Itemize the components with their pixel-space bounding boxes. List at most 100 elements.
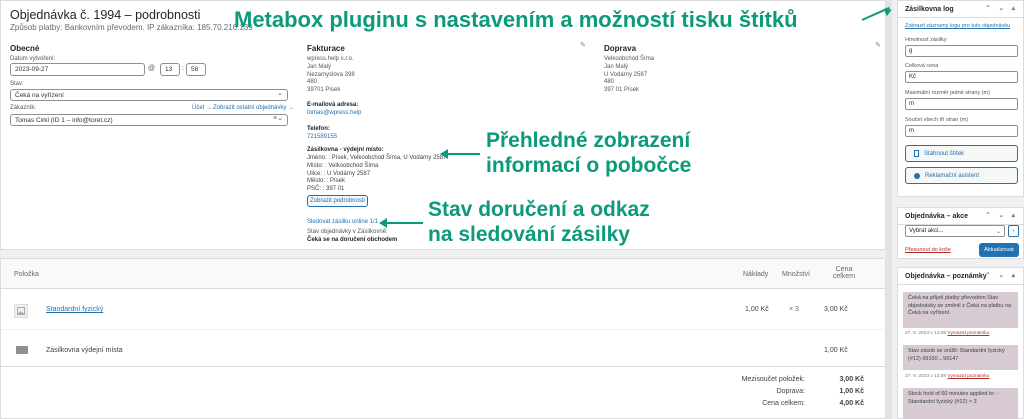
shipping-method-name: Zásilkovna výdejní místa: [46, 347, 123, 354]
phone-link[interactable]: 721589155: [307, 134, 337, 142]
email-link[interactable]: tomas@wpress.help: [307, 110, 361, 118]
grand-total-value: 4,00 Kč: [839, 400, 864, 407]
shipping-heading: Doprava: [604, 44, 637, 53]
col-item: Položka: [14, 271, 39, 278]
general-heading: Obecné: [10, 44, 40, 53]
annotation-arrow: [385, 222, 423, 224]
at-sign: @: [148, 65, 156, 72]
billing-heading: Fakturace: [307, 44, 345, 53]
edit-billing-icon[interactable]: ✎: [580, 41, 586, 49]
col-total-line: Cena: [835, 266, 853, 273]
shipping-address-line: Velkoobchod Šíma: [604, 56, 655, 62]
order-note: Stav zásob se snížil: Standardní fyzický…: [903, 345, 1018, 370]
delete-note-link[interactable]: Vymazat poznámku: [947, 374, 989, 379]
edit-shipping-icon[interactable]: ✎: [875, 41, 881, 49]
delete-note-link[interactable]: Vymazat poznámku: [947, 331, 989, 336]
arrowhead-icon: [379, 218, 387, 228]
shipping-address: Velkoobchod Šíma Jan Malý U Vodárny 2587…: [604, 56, 654, 95]
customer-profile-link[interactable]: Účet →: [192, 105, 212, 111]
note-date: 27. 9. 2023 v 13:58: [905, 374, 947, 379]
col-total: Cena celkem: [830, 266, 858, 280]
shipping-label: Doprava:: [776, 388, 805, 395]
download-label-text: Stáhnout štítek: [924, 150, 965, 157]
annotation-line: Stav doručení a odkaz: [428, 198, 650, 221]
zasilkovna-metabox-title: Zásilkovna log: [905, 5, 954, 13]
order-action-value: Vybrat akci...: [909, 228, 944, 234]
minute-input[interactable]: 58: [186, 63, 206, 76]
pickup-line: Ulice: : U Vodárny 2587: [307, 170, 371, 177]
shipping-address-line: Jan Malý: [604, 63, 629, 70]
packeta-state-label: Stav objednávky v Zásilkovně:: [307, 229, 388, 235]
shipping-value: 1,00 Kč: [839, 388, 864, 395]
box-controls-icon[interactable]: ⌃ ⌄ ▴: [985, 271, 1018, 279]
customer-orders-link[interactable]: Zobrazit ostatní objednávky →: [213, 105, 294, 111]
shipping-total: 1,00 Kč: [824, 347, 848, 354]
annotation-line: na sledování zásilky: [428, 223, 630, 247]
order-note: Čeká na přijetí platby převodem Stav obj…: [903, 292, 1018, 328]
phone-label: Telefon:: [307, 126, 330, 132]
note-meta: 27. 9. 2023 v 13:58 Vymazat poznámku: [905, 374, 989, 379]
download-label-button[interactable]: Stáhnout štítek: [905, 145, 1018, 162]
billing-address-line: Nezamyslova 398: [307, 71, 355, 78]
item-total: 3,00 Kč: [824, 306, 848, 313]
order-meta: Způsob platby: Bankovním převodem. IP zá…: [10, 23, 253, 32]
show-details-button[interactable]: Zobrazit podrobnosti: [307, 195, 368, 207]
order-notes-header[interactable]: Objednávka – poznámky ⌃ ⌄ ▴: [898, 268, 1023, 285]
billing-address-line: wpress.help s.r.o.: [307, 56, 354, 62]
order-action-select[interactable]: Vybrat akci... ⌄: [905, 225, 1005, 237]
scrollbar[interactable]: [886, 0, 892, 419]
pickup-line: Jméno: : Písek, Velkoobchod Šíma, U Vodá…: [307, 155, 447, 161]
annotation-line: Přehledné zobrazení: [486, 129, 691, 152]
tracking-link[interactable]: Sledovat zásilku online 1/1: [307, 219, 378, 227]
show-log-link[interactable]: Zobrazit záznamy logu pro tuto objednávk…: [905, 23, 1010, 29]
claim-assistant-button[interactable]: Reklamační asistent: [905, 167, 1018, 184]
pickup-details: Jméno: : Písek, Velkoobchod Šíma, U Vodá…: [307, 155, 446, 194]
sum-label: Součet všech tří stran (m): [905, 117, 968, 123]
hour-input[interactable]: 13: [160, 63, 180, 76]
time-separator: :: [182, 65, 184, 72]
customer-select[interactable]: Tomas Cirkl (ID 1 – info@toret.cz): [10, 114, 288, 126]
order-actions-header[interactable]: Objednávka – akce ⌃ ⌄ ▴: [898, 208, 1023, 225]
annotation-top: Metabox pluginu s nastavením a možností …: [234, 7, 798, 32]
divider: [1, 366, 885, 367]
annotation-arrow: [446, 153, 480, 155]
apply-action-button[interactable]: ›: [1008, 225, 1019, 237]
note-meta: 27. 9. 2023 v 13:58 Vymazat poznámku: [905, 331, 989, 336]
sum-input[interactable]: m: [905, 125, 1018, 137]
email-label: E-mailová adresa:: [307, 102, 359, 108]
page-title: Objednávka č. 1994 – podrobnosti: [10, 8, 201, 22]
status-select[interactable]: Čeká na vyřízení: [10, 89, 288, 101]
subtotal-label: Mezisoučet položek:: [741, 376, 805, 383]
move-to-trash-link[interactable]: Přesunout do koše: [905, 247, 951, 253]
product-thumbnail: [14, 304, 28, 318]
product-link[interactable]: Standardní fyzický: [46, 306, 103, 313]
pickup-line: Místo: : Velkoobchod Šíma: [307, 162, 379, 169]
billing-address-line: 480: [307, 79, 318, 86]
note-date: 27. 9. 2023 v 13:58: [905, 331, 947, 336]
document-icon: [914, 150, 919, 157]
shipping-address-line: 397 01 Písek: [604, 87, 640, 94]
status-value: Čeká na vyřízení: [15, 91, 64, 99]
maxdim-input[interactable]: m: [905, 98, 1018, 110]
billing-address-line: 39701 Písek: [307, 87, 341, 94]
packeta-state-value: Čeká se na doručení obchodem: [307, 237, 398, 243]
user-icon: [914, 172, 920, 179]
update-button[interactable]: Aktualizovat: [979, 243, 1019, 257]
weight-input[interactable]: g: [905, 45, 1018, 57]
box-controls-icon[interactable]: ⌃ ⌄ ▴: [985, 211, 1018, 219]
col-cost: Náklady: [743, 271, 769, 278]
price-input[interactable]: Kč: [905, 71, 1018, 83]
grand-total-label: Cena celkem:: [762, 400, 805, 407]
divider: [1, 329, 885, 330]
annotation-middle: Přehledné zobrazení informací o pobočce: [486, 128, 691, 178]
clear-icon[interactable]: ×: [273, 115, 277, 122]
subtotal-value: 3,00 Kč: [839, 376, 864, 383]
annotation-bottom: Stav doručení a odkaz na sledování zásilk…: [428, 197, 650, 247]
order-actions-title: Objednávka – akce: [905, 212, 969, 220]
zasilkovna-metabox-header[interactable]: Zásilkovna log ⌃ ⌄ ▴: [898, 1, 1023, 18]
date-input[interactable]: 2023-09-27: [10, 63, 145, 76]
item-cost: 1,00 Kč: [745, 306, 769, 313]
box-controls-icon[interactable]: ⌃ ⌄ ▴: [985, 4, 1018, 12]
arrowhead-icon: [440, 149, 448, 159]
claim-assistant-text: Reklamační asistent: [925, 172, 980, 179]
